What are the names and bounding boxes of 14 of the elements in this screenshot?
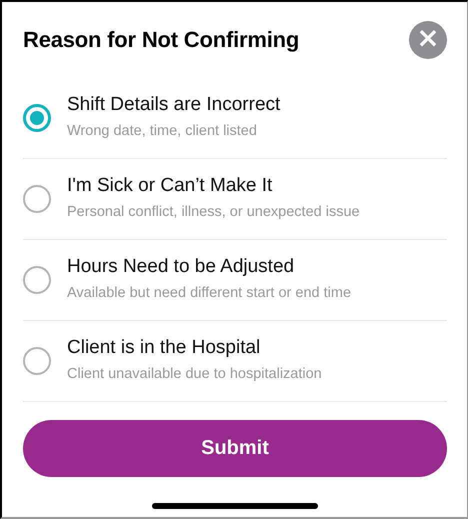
radio-button[interactable] [23,347,51,375]
option-description: Client unavailable due to hospitalization [67,366,322,382]
option-title: I'm Sick or Can’t Make It [67,174,274,196]
option-title: Shift Details are Incorrect [67,94,280,116]
option-title: Client is in the Hospital [67,336,262,358]
option-description: Available but need different start or end time [67,284,352,300]
sheet-title: Reason for Not Confirming [23,26,300,52]
radio-button[interactable] [23,185,51,213]
radio-button[interactable] [23,104,51,132]
submit-button[interactable]: Submit [23,420,447,477]
radio-button[interactable] [23,266,51,294]
option-title: Hours Need to be Adjusted [67,256,296,278]
option-description: Wrong date, time, client listed [67,122,258,138]
option-description: Personal conflict, illness, or unexpected issue [67,204,360,220]
